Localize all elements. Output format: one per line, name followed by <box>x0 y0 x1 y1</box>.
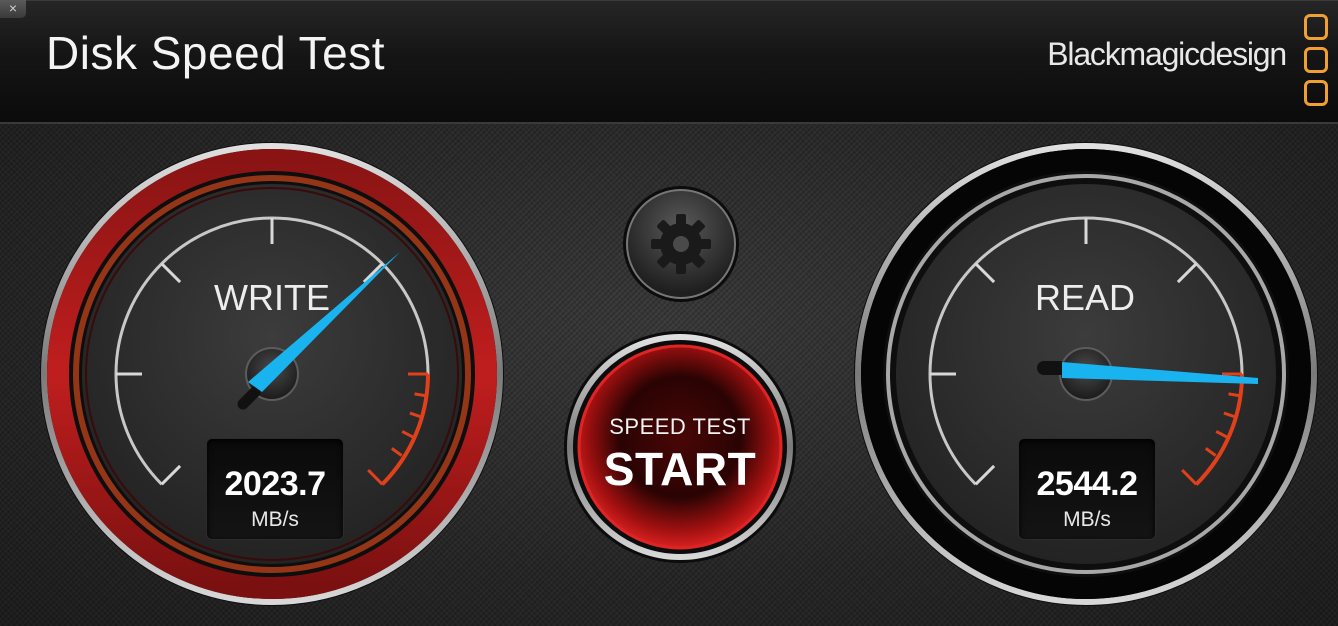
read-label: READ <box>1034 277 1136 318</box>
read-value: 2544.2 <box>1036 465 1139 503</box>
start-button-top-label: SPEED TEST <box>609 414 751 439</box>
speed-test-start-button[interactable]: SPEED TEST START <box>583 350 777 544</box>
start-button-main-label: START <box>603 443 757 495</box>
write-label: WRITE <box>214 277 330 318</box>
write-unit: MB/s <box>251 508 299 531</box>
write-readout: 2023.7 MB/s <box>206 438 344 540</box>
read-readout: 2544.2 MB/s <box>1018 438 1156 540</box>
read-unit: MB/s <box>1063 508 1111 531</box>
settings-button[interactable] <box>625 188 737 300</box>
write-value: 2023.7 <box>224 465 327 503</box>
